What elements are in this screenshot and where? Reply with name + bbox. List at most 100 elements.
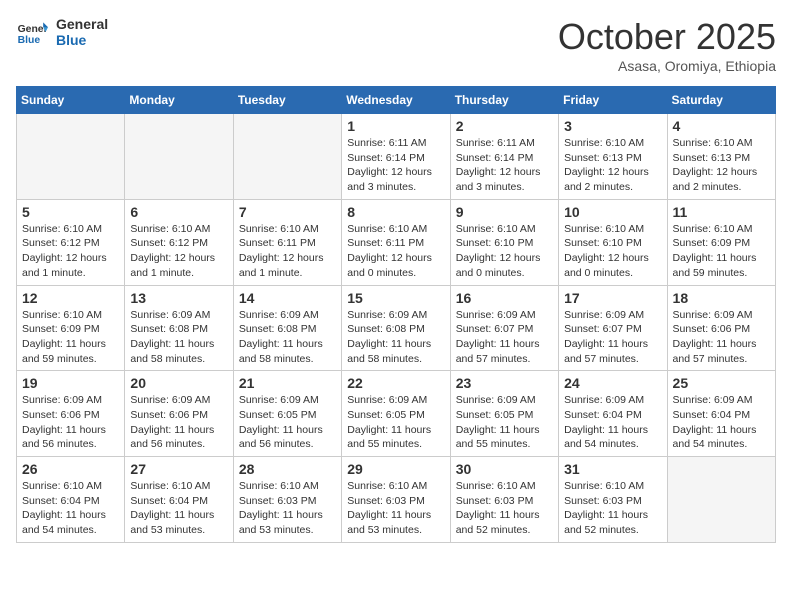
week-row-2: 5 Sunrise: 6:10 AM Sunset: 6:12 PM Daylig…	[17, 199, 776, 285]
day-info: Sunrise: 6:09 AM Sunset: 6:05 PM Dayligh…	[347, 393, 444, 452]
calendar-day: 30 Sunrise: 6:10 AM Sunset: 6:03 PM Dayli…	[450, 457, 558, 543]
day-number: 20	[130, 375, 227, 391]
day-info: Sunrise: 6:10 AM Sunset: 6:09 PM Dayligh…	[673, 222, 770, 281]
day-info: Sunrise: 6:10 AM Sunset: 6:13 PM Dayligh…	[673, 136, 770, 195]
calendar-day: 25 Sunrise: 6:09 AM Sunset: 6:04 PM Dayli…	[667, 371, 775, 457]
calendar-day: 19 Sunrise: 6:09 AM Sunset: 6:06 PM Dayli…	[17, 371, 125, 457]
day-info: Sunrise: 6:09 AM Sunset: 6:07 PM Dayligh…	[564, 308, 661, 367]
day-number: 3	[564, 118, 661, 134]
day-number: 21	[239, 375, 336, 391]
calendar-day	[667, 457, 775, 543]
day-info: Sunrise: 6:10 AM Sunset: 6:10 PM Dayligh…	[564, 222, 661, 281]
calendar-day: 3 Sunrise: 6:10 AM Sunset: 6:13 PM Daylig…	[559, 114, 667, 200]
day-info: Sunrise: 6:10 AM Sunset: 6:09 PM Dayligh…	[22, 308, 119, 367]
day-info: Sunrise: 6:09 AM Sunset: 6:08 PM Dayligh…	[239, 308, 336, 367]
day-number: 29	[347, 461, 444, 477]
calendar-day: 1Sunrise: 6:11 AM Sunset: 6:14 PM Daylig…	[342, 114, 450, 200]
day-info: Sunrise: 6:10 AM Sunset: 6:11 PM Dayligh…	[347, 222, 444, 281]
day-info: Sunrise: 6:09 AM Sunset: 6:06 PM Dayligh…	[130, 393, 227, 452]
day-number: 4	[673, 118, 770, 134]
day-number: 7	[239, 204, 336, 220]
calendar-day: 26 Sunrise: 6:10 AM Sunset: 6:04 PM Dayli…	[17, 457, 125, 543]
week-row-4: 19 Sunrise: 6:09 AM Sunset: 6:06 PM Dayli…	[17, 371, 776, 457]
day-info: Sunrise: 6:10 AM Sunset: 6:12 PM Dayligh…	[130, 222, 227, 281]
calendar-day: 27Sunrise: 6:10 AM Sunset: 6:04 PM Dayli…	[125, 457, 233, 543]
day-number: 12	[22, 290, 119, 306]
day-number: 24	[564, 375, 661, 391]
logo-text-general: General	[56, 16, 108, 32]
title-block: October 2025 Asasa, Oromiya, Ethiopia	[558, 16, 776, 74]
day-number: 2	[456, 118, 553, 134]
day-info: Sunrise: 6:10 AM Sunset: 6:03 PM Dayligh…	[564, 479, 661, 538]
calendar-day	[125, 114, 233, 200]
calendar-day: 16 Sunrise: 6:09 AM Sunset: 6:07 PM Dayli…	[450, 285, 558, 371]
day-info: Sunrise: 6:10 AM Sunset: 6:03 PM Dayligh…	[347, 479, 444, 538]
calendar-day	[17, 114, 125, 200]
day-info: Sunrise: 6:10 AM Sunset: 6:03 PM Dayligh…	[456, 479, 553, 538]
calendar-table: SundayMondayTuesdayWednesdayThursdayFrid…	[16, 86, 776, 543]
day-number: 25	[673, 375, 770, 391]
calendar-day: 17 Sunrise: 6:09 AM Sunset: 6:07 PM Dayli…	[559, 285, 667, 371]
logo-text-blue: Blue	[56, 32, 108, 48]
day-number: 27	[130, 461, 227, 477]
day-number: 26	[22, 461, 119, 477]
svg-text:Blue: Blue	[18, 35, 41, 46]
page-header: General Blue General Blue October 2025 A…	[16, 16, 776, 74]
calendar-day: 8 Sunrise: 6:10 AM Sunset: 6:11 PM Daylig…	[342, 199, 450, 285]
day-number: 13	[130, 290, 227, 306]
day-info: Sunrise: 6:10 AM Sunset: 6:11 PM Dayligh…	[239, 222, 336, 281]
day-number: 15	[347, 290, 444, 306]
day-info: Sunrise: 6:09 AM Sunset: 6:08 PM Dayligh…	[347, 308, 444, 367]
day-number: 9	[456, 204, 553, 220]
day-info: Sunrise: 6:09 AM Sunset: 6:04 PM Dayligh…	[564, 393, 661, 452]
day-number: 14	[239, 290, 336, 306]
day-info: Sunrise: 6:09 AM Sunset: 6:07 PM Dayligh…	[456, 308, 553, 367]
location-subtitle: Asasa, Oromiya, Ethiopia	[558, 58, 776, 74]
day-info: Sunrise: 6:10 AM Sunset: 6:10 PM Dayligh…	[456, 222, 553, 281]
logo-icon: General Blue	[16, 16, 48, 48]
calendar-day: 18 Sunrise: 6:09 AM Sunset: 6:06 PM Dayli…	[667, 285, 775, 371]
day-number: 28	[239, 461, 336, 477]
weekday-header-sunday: Sunday	[17, 87, 125, 114]
day-info: Sunrise: 6:09 AM Sunset: 6:08 PM Dayligh…	[130, 308, 227, 367]
day-info: Sunrise: 6:09 AM Sunset: 6:06 PM Dayligh…	[673, 308, 770, 367]
day-info: Sunrise: 6:10 AM Sunset: 6:13 PM Dayligh…	[564, 136, 661, 195]
day-number: 17	[564, 290, 661, 306]
day-info: Sunrise: 6:10 AM Sunset: 6:04 PM Dayligh…	[22, 479, 119, 538]
weekday-header-saturday: Saturday	[667, 87, 775, 114]
day-info: Sunrise: 6:11 AM Sunset: 6:14 PM Dayligh…	[347, 136, 444, 195]
calendar-day: 11Sunrise: 6:10 AM Sunset: 6:09 PM Dayli…	[667, 199, 775, 285]
day-info: Sunrise: 6:09 AM Sunset: 6:04 PM Dayligh…	[673, 393, 770, 452]
day-number: 16	[456, 290, 553, 306]
calendar-header-row: SundayMondayTuesdayWednesdayThursdayFrid…	[17, 87, 776, 114]
month-title: October 2025	[558, 16, 776, 58]
day-number: 10	[564, 204, 661, 220]
calendar-day	[233, 114, 341, 200]
day-number: 30	[456, 461, 553, 477]
calendar-day: 14 Sunrise: 6:09 AM Sunset: 6:08 PM Dayli…	[233, 285, 341, 371]
weekday-header-friday: Friday	[559, 87, 667, 114]
weekday-header-thursday: Thursday	[450, 87, 558, 114]
weekday-header-monday: Monday	[125, 87, 233, 114]
calendar-day: 15 Sunrise: 6:09 AM Sunset: 6:08 PM Dayli…	[342, 285, 450, 371]
week-row-1: 1Sunrise: 6:11 AM Sunset: 6:14 PM Daylig…	[17, 114, 776, 200]
calendar-day: 20 Sunrise: 6:09 AM Sunset: 6:06 PM Dayli…	[125, 371, 233, 457]
day-number: 19	[22, 375, 119, 391]
calendar-day: 31Sunrise: 6:10 AM Sunset: 6:03 PM Dayli…	[559, 457, 667, 543]
day-info: Sunrise: 6:09 AM Sunset: 6:06 PM Dayligh…	[22, 393, 119, 452]
week-row-3: 12 Sunrise: 6:10 AM Sunset: 6:09 PM Dayli…	[17, 285, 776, 371]
calendar-day: 10 Sunrise: 6:10 AM Sunset: 6:10 PM Dayli…	[559, 199, 667, 285]
day-number: 5	[22, 204, 119, 220]
calendar-day: 24 Sunrise: 6:09 AM Sunset: 6:04 PM Dayli…	[559, 371, 667, 457]
logo: General Blue General Blue	[16, 16, 108, 48]
weekday-header-tuesday: Tuesday	[233, 87, 341, 114]
calendar-day: 9 Sunrise: 6:10 AM Sunset: 6:10 PM Daylig…	[450, 199, 558, 285]
calendar-day: 4 Sunrise: 6:10 AM Sunset: 6:13 PM Daylig…	[667, 114, 775, 200]
calendar-day: 21Sunrise: 6:09 AM Sunset: 6:05 PM Dayli…	[233, 371, 341, 457]
day-info: Sunrise: 6:10 AM Sunset: 6:12 PM Dayligh…	[22, 222, 119, 281]
calendar-day: 6Sunrise: 6:10 AM Sunset: 6:12 PM Daylig…	[125, 199, 233, 285]
day-number: 18	[673, 290, 770, 306]
day-number: 8	[347, 204, 444, 220]
calendar-day: 23Sunrise: 6:09 AM Sunset: 6:05 PM Dayli…	[450, 371, 558, 457]
day-info: Sunrise: 6:09 AM Sunset: 6:05 PM Dayligh…	[456, 393, 553, 452]
